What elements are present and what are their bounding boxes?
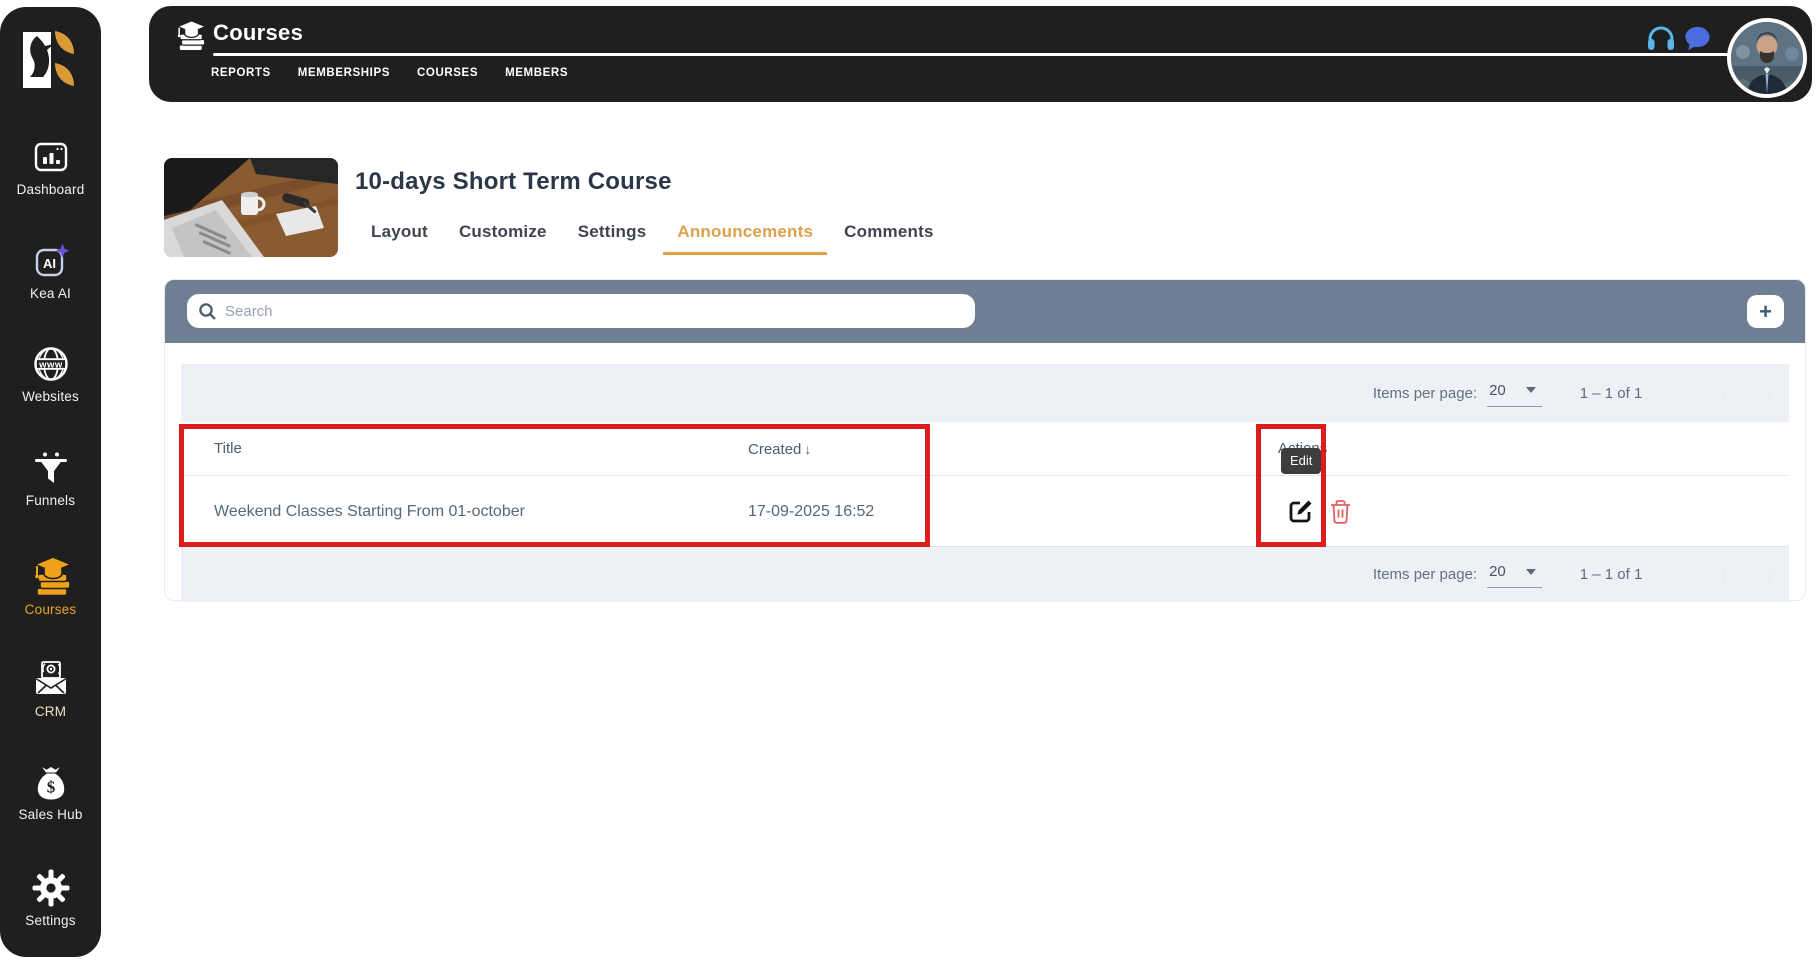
sidebar-item-websites[interactable]: www Websites [0, 344, 101, 404]
course-title: 10-days Short Term Course [355, 168, 672, 195]
courses-header-icon [173, 19, 208, 57]
search-input[interactable] [187, 294, 975, 328]
nav-item-members[interactable]: MEMBERS [505, 67, 568, 79]
next-page-button[interactable]: › [1766, 382, 1773, 404]
app-root: Dashboard AI Kea AI www Websites Funnels… [0, 0, 1820, 965]
sales-hub-icon: $ [0, 764, 101, 802]
sidebar: Dashboard AI Kea AI www Websites Funnels… [0, 7, 101, 957]
funnels-icon [0, 450, 101, 488]
svg-text:AI: AI [43, 256, 56, 271]
tab-settings[interactable]: Settings [578, 222, 647, 255]
column-header-created[interactable]: Created ↓ [748, 422, 811, 477]
sidebar-item-label: Courses [24, 602, 77, 617]
column-header-title[interactable]: Title [214, 422, 242, 476]
page-range-label: 1 – 1 of 1 [1579, 566, 1643, 583]
edit-button[interactable] [1287, 497, 1315, 530]
prev-page-button[interactable]: ‹ [1720, 563, 1727, 586]
sidebar-item-sales-hub[interactable]: $ Sales Hub [0, 764, 101, 822]
sidebar-item-dashboard[interactable]: Dashboard [0, 137, 101, 197]
page-title: Courses [213, 20, 304, 45]
sidebar-item-funnels[interactable]: Funnels [0, 450, 101, 508]
sidebar-item-label: Funnels [25, 493, 76, 508]
announcements-card: + Items per page: 20 1 – 1 of 1 ‹ › Titl [164, 279, 1806, 602]
edit-tooltip: Edit [1281, 448, 1322, 474]
table-header-row: Title Created↓ Actions [181, 422, 1789, 476]
header-divider [213, 53, 1731, 56]
sidebar-item-label: Kea AI [30, 286, 71, 301]
support-headphones-icon[interactable] [1644, 20, 1678, 59]
page-size-select[interactable]: 20 [1487, 561, 1542, 588]
svg-text:$: $ [46, 778, 55, 797]
top-header: Courses REPORTS MEMBERSHIPS COURSES MEMB… [149, 6, 1812, 102]
nav-item-reports[interactable]: REPORTS [211, 67, 271, 79]
announcement-title-cell[interactable]: Weekend Classes Starting From 01-october [214, 476, 525, 547]
announcement-created-cell: 17-09-2025 16:52 [748, 503, 875, 520]
tab-comments[interactable]: Comments [844, 222, 933, 255]
pagination-bar-top: Items per page: 20 1 – 1 of 1 ‹ › [181, 364, 1789, 422]
tab-layout[interactable]: Layout [371, 222, 428, 255]
edit-pencil-icon [1289, 500, 1312, 523]
items-per-page-label: Items per page: [1372, 566, 1478, 583]
page-range-label: 1 – 1 of 1 [1579, 384, 1643, 402]
tab-announcements[interactable]: Announcements [663, 222, 828, 255]
search-box [187, 294, 975, 328]
settings-icon [0, 868, 101, 908]
nav-item-memberships[interactable]: MEMBERSHIPS [298, 67, 390, 79]
websites-icon: www [0, 344, 101, 384]
sidebar-item-kea-ai[interactable]: AI Kea AI [0, 241, 101, 301]
add-announcement-button[interactable]: + [1747, 295, 1784, 328]
sidebar-item-crm[interactable]: CRM [0, 659, 101, 719]
items-per-page-label: Items per page: [1372, 384, 1478, 402]
kea-logo-icon[interactable] [21, 27, 79, 98]
user-avatar[interactable] [1727, 18, 1807, 98]
announcements-toolbar: + [165, 280, 1805, 343]
header-nav: REPORTS MEMBERSHIPS COURSES MEMBERS [211, 67, 568, 79]
courses-icon [0, 555, 101, 597]
sidebar-item-label: Sales Hub [18, 807, 83, 822]
chat-bubble-icon[interactable] [1682, 23, 1713, 59]
svg-text:www: www [38, 359, 63, 370]
trash-icon [1331, 500, 1350, 524]
prev-page-button[interactable]: ‹ [1720, 382, 1727, 404]
tab-customize[interactable]: Customize [459, 222, 547, 255]
course-thumbnail [164, 158, 338, 257]
next-page-button[interactable]: › [1766, 563, 1773, 586]
table-row: Weekend Classes Starting From 01-october… [181, 476, 1789, 547]
dashboard-icon [0, 137, 101, 177]
sidebar-item-label: CRM [34, 704, 67, 719]
kea-ai-icon: AI [0, 241, 101, 281]
crm-icon [0, 659, 101, 699]
sidebar-item-label: Websites [22, 389, 79, 404]
course-tabs: Layout Customize Settings Announcements … [371, 222, 934, 255]
sidebar-item-label: Settings [25, 913, 76, 928]
sort-desc-icon: ↓ [804, 441, 812, 457]
page-size-value: 20 [1489, 381, 1506, 399]
announcements-table: Items per page: 20 1 – 1 of 1 ‹ › Title … [181, 364, 1789, 602]
sidebar-item-settings[interactable]: Settings [0, 868, 101, 928]
delete-button[interactable] [1329, 499, 1352, 530]
page-size-value: 20 [1489, 563, 1506, 580]
sidebar-item-courses[interactable]: Courses [0, 555, 101, 617]
page-size-select[interactable]: 20 [1487, 380, 1542, 407]
nav-item-courses[interactable]: COURSES [417, 67, 478, 79]
pagination-bar-bottom: Items per page: 20 1 – 1 of 1 ‹ › [181, 547, 1789, 602]
dropdown-arrow-icon [1525, 387, 1536, 393]
dropdown-arrow-icon [1525, 568, 1536, 575]
sidebar-item-label: Dashboard [16, 182, 85, 197]
